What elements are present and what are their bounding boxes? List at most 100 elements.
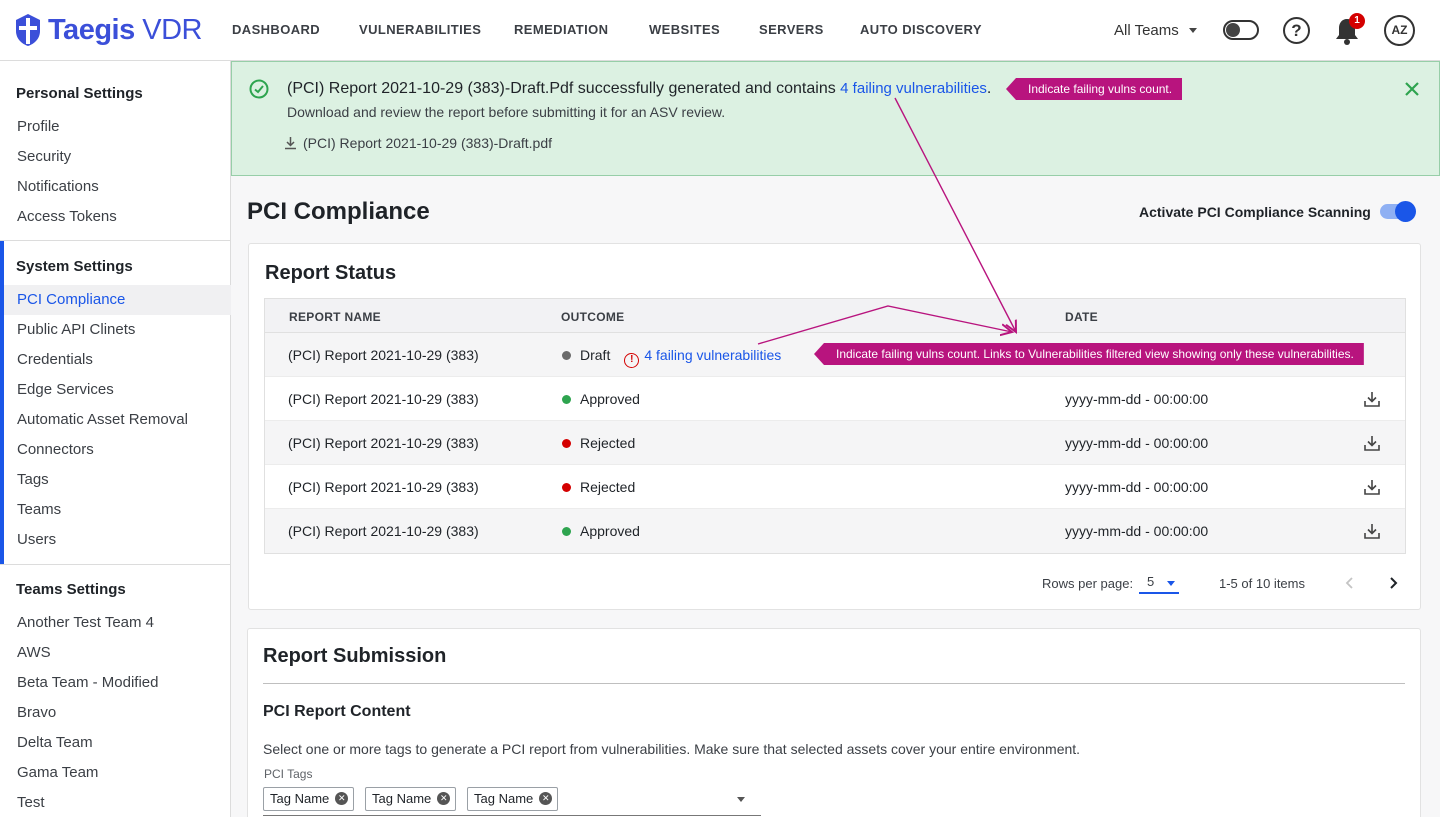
toggle-knob (1226, 23, 1240, 37)
sidebar-item-users[interactable]: Users (4, 525, 231, 555)
sidebar-item-public-api-clients[interactable]: Public API Clinets (4, 315, 231, 345)
team-select[interactable]: All Teams (1114, 22, 1197, 39)
theme-toggle[interactable] (1223, 20, 1259, 40)
system-settings-heading: System Settings (16, 258, 133, 275)
notification-badge: 1 (1349, 13, 1365, 29)
sidebar-item-security[interactable]: Security (0, 142, 231, 172)
pci-scanning-toggle[interactable] (1380, 201, 1416, 222)
team-select-value: All Teams (1114, 22, 1179, 39)
banner-failing-vulns-link[interactable]: 4 failing vulnerabilities (840, 80, 987, 97)
toggle-knob (1395, 201, 1416, 222)
user-avatar[interactable]: AZ (1384, 15, 1415, 46)
annotation-table-note: Indicate failing vulns count. Links to V… (814, 343, 1364, 365)
banner-message: (PCI) Report 2021-10-29 (383)-Draft.Pdf … (287, 80, 992, 97)
close-icon[interactable] (1402, 79, 1422, 99)
banner-subtext: Download and review the report before su… (287, 104, 726, 120)
pagination-range: 1-5 of 10 items (1219, 576, 1305, 591)
chevron-left-icon[interactable] (1343, 575, 1357, 591)
nav-vulnerabilities[interactable]: VULNERABILITIES (359, 22, 481, 37)
sidebar-item-team[interactable]: Gama Team (0, 758, 231, 788)
table-row: (PCI) Report 2021-10-29 (383) Rejected yyy… (265, 465, 1405, 509)
download-icon (285, 137, 296, 150)
column-report-name[interactable]: REPORT NAME (289, 310, 381, 324)
check-circle-icon (249, 79, 269, 99)
sidebar-item-team[interactable]: Bravo (0, 698, 231, 728)
chevron-down-icon (1188, 28, 1197, 33)
tags-dropdown-chevron-icon[interactable] (737, 797, 745, 802)
outcome-cell: Draft! 4 failing vulnerabilities (562, 347, 781, 368)
chevron-right-icon[interactable] (1386, 575, 1400, 591)
failing-vulns-link[interactable]: 4 failing vulnerabilities (644, 347, 781, 363)
date-cell: yyyy-mm-dd - 00:00:00 (1065, 523, 1209, 539)
sidebar-item-connectors[interactable]: Connectors (4, 435, 231, 465)
sidebar-item-team[interactable]: AWS (0, 638, 231, 668)
outcome-cell: Approved (562, 391, 640, 407)
sidebar-item-team[interactable]: Another Test Team 4 (0, 608, 231, 638)
report-name-cell: (PCI) Report 2021-10-29 (383) (288, 391, 479, 407)
teams-settings-heading: Teams Settings (16, 581, 126, 598)
chevron-down-icon (1167, 581, 1175, 586)
download-icon[interactable] (1363, 478, 1381, 496)
pci-scanning-toggle-label: Activate PCI Compliance Scanning (1139, 204, 1371, 220)
sidebar-item-team[interactable]: Delta Team (0, 728, 231, 758)
outcome-label: Rejected (580, 435, 636, 451)
teams-settings-section: Teams Settings Another Test Team 4 AWS B… (0, 575, 231, 817)
report-status-title: Report Status (265, 262, 397, 284)
banner-file-name: (PCI) Report 2021-10-29 (383)-Draft.pdf (303, 135, 552, 151)
system-settings-section: System Settings PCI Compliance Public AP… (0, 241, 231, 564)
download-icon[interactable] (1363, 390, 1381, 408)
sidebar-item-team[interactable]: Beta Team - Modified (0, 668, 231, 698)
outcome-cell: Rejected (562, 479, 635, 495)
table-row: (PCI) Report 2021-10-29 (383) Approved yyy… (265, 377, 1405, 421)
outcome-label: Draft (580, 347, 611, 363)
sidebar-item-team[interactable]: Test (0, 788, 231, 817)
table-header: REPORT NAME OUTCOME DATE (265, 299, 1405, 333)
table-row: (PCI) Report 2021-10-29 (383) Rejected yyy… (265, 421, 1405, 465)
section-divider (263, 683, 1405, 684)
sidebar-divider (0, 564, 231, 565)
sidebar-item-pci-compliance[interactable]: PCI Compliance (4, 285, 231, 315)
nav-dashboard[interactable]: DASHBOARD (232, 22, 320, 37)
outcome-label: Approved (580, 523, 640, 539)
pci-report-content-heading: PCI Report Content (263, 703, 411, 720)
remove-tag-icon[interactable]: ✕ (539, 792, 553, 805)
column-outcome[interactable]: OUTCOME (561, 310, 624, 324)
rows-per-page-select[interactable]: 5 (1139, 574, 1179, 594)
success-banner: (PCI) Report 2021-10-29 (383)-Draft.Pdf … (231, 61, 1440, 176)
remove-tag-icon[interactable]: ✕ (437, 792, 451, 805)
sidebar-item-edge-services[interactable]: Edge Services (4, 375, 231, 405)
tag-chip-label: Tag Name (270, 791, 330, 806)
status-dot (562, 439, 571, 448)
status-dot (562, 527, 571, 536)
report-submission-title: Report Submission (263, 645, 447, 667)
nav-remediation[interactable]: REMEDIATION (514, 22, 608, 37)
banner-download-link[interactable]: (PCI) Report 2021-10-29 (383)-Draft.pdf (284, 135, 552, 151)
download-icon[interactable] (1363, 434, 1381, 452)
tag-chip: Tag Name ✕ (365, 787, 457, 811)
nav-auto-discovery[interactable]: AUTO DISCOVERY (860, 22, 982, 37)
report-name-cell: (PCI) Report 2021-10-29 (383) (288, 347, 479, 363)
sidebar-item-tags[interactable]: Tags (4, 465, 231, 495)
taegis-logo[interactable]: Taegis VDR (14, 12, 203, 48)
remove-tag-icon[interactable]: ✕ (335, 792, 349, 805)
column-date[interactable]: DATE (1065, 310, 1098, 324)
download-icon[interactable] (1363, 522, 1381, 540)
table-row: (PCI) Report 2021-10-29 (383) Approved yyy… (265, 509, 1405, 553)
nav-websites[interactable]: WEBSITES (649, 22, 720, 37)
report-name-cell: (PCI) Report 2021-10-29 (383) (288, 435, 479, 451)
pci-report-content-description: Select one or more tags to generate a PC… (263, 741, 1081, 757)
status-dot (562, 395, 571, 404)
sidebar-item-notifications[interactable]: Notifications (0, 172, 231, 202)
sidebar-item-automatic-asset-removal[interactable]: Automatic Asset Removal (4, 405, 231, 435)
help-icon[interactable]: ? (1283, 17, 1310, 44)
sidebar-item-profile[interactable]: Profile (0, 112, 231, 142)
tag-chip-label: Tag Name (372, 791, 432, 806)
nav-servers[interactable]: SERVERS (759, 22, 824, 37)
report-name-cell: (PCI) Report 2021-10-29 (383) (288, 523, 479, 539)
sidebar-item-credentials[interactable]: Credentials (4, 345, 231, 375)
sidebar-item-teams[interactable]: Teams (4, 495, 231, 525)
pci-tags-label: PCI Tags (264, 767, 313, 781)
report-status-table: REPORT NAME OUTCOME DATE (PCI) Report 20… (264, 298, 1406, 554)
sidebar-item-access-tokens[interactable]: Access Tokens (0, 202, 231, 232)
personal-settings-section: Personal Settings Profile Security Notif… (0, 79, 231, 232)
